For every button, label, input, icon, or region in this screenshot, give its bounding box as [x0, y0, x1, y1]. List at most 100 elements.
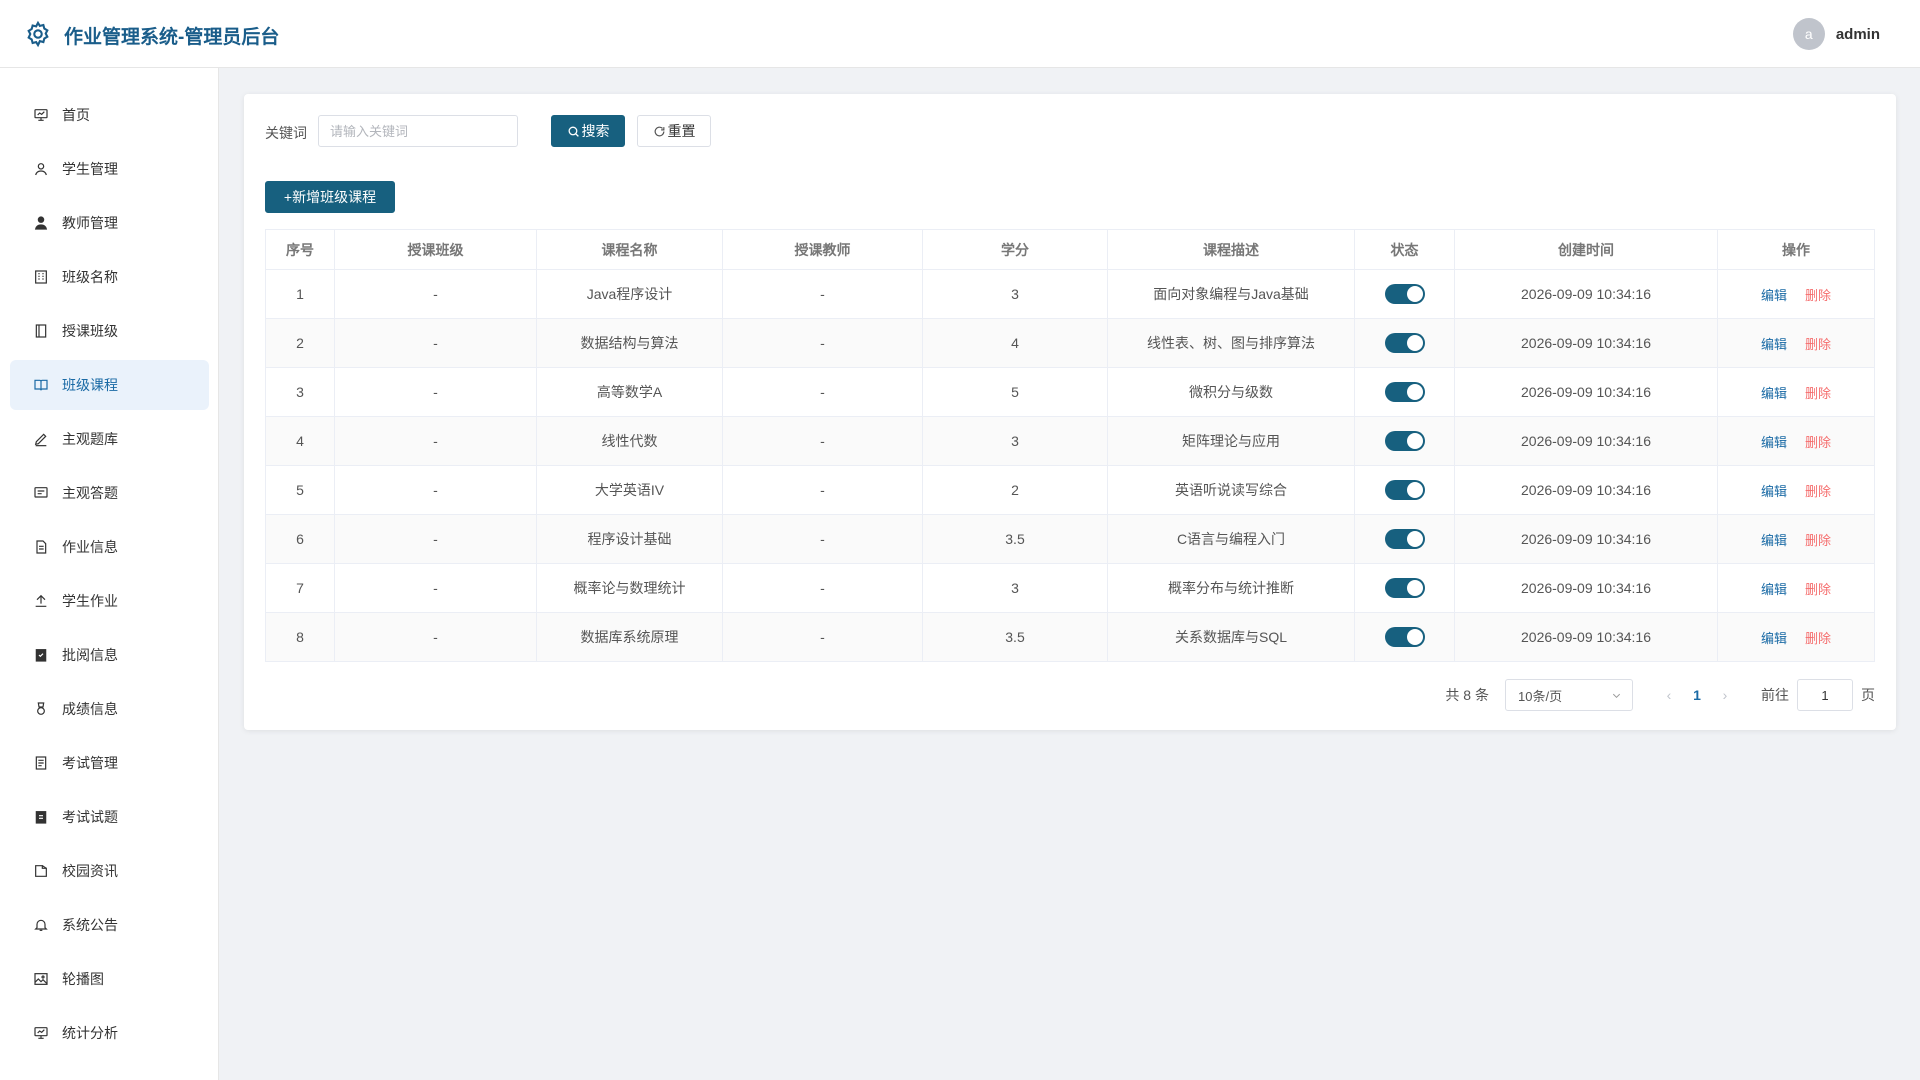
sidebar-item-3[interactable]: 班级名称 — [10, 252, 209, 302]
cell-teacher: - — [723, 270, 923, 318]
sidebar-item-label: 班级课程 — [62, 377, 118, 393]
status-toggle[interactable] — [1384, 480, 1425, 500]
sidebar-item-1[interactable]: 学生管理 — [10, 144, 209, 194]
table-row: 3- 高等数学A -5 微积分与级数 2026-09-09 10:34:16 编辑 删除 — [266, 368, 1874, 417]
cell-actions: 编辑 删除 — [1718, 368, 1874, 416]
edit-link[interactable]: 编辑 — [1761, 334, 1787, 353]
cell-created: 2026-09-09 10:34:16 — [1455, 515, 1718, 563]
cell-credit: 2 — [923, 466, 1108, 514]
page-size-select[interactable]: 10条/页 — [1505, 679, 1633, 711]
cell-class: - — [335, 564, 537, 612]
cell-created: 2026-09-09 10:34:16 — [1455, 417, 1718, 465]
sidebar-item-label: 主观答题 — [62, 485, 118, 501]
sidebar-item-label: 主观题库 — [62, 431, 118, 447]
status-toggle[interactable] — [1384, 578, 1425, 598]
cell-created: 2026-09-09 10:34:16 — [1455, 319, 1718, 367]
delete-link[interactable]: 删除 — [1805, 432, 1831, 451]
upload-icon — [32, 592, 50, 610]
user-menu[interactable]: a admin — [1792, 18, 1880, 50]
edit-link[interactable]: 编辑 — [1761, 285, 1787, 304]
status-toggle[interactable] — [1384, 284, 1425, 304]
sidebar-item-12[interactable]: 考试管理 — [10, 738, 209, 788]
sidebar-item-4[interactable]: 授课班级 — [10, 306, 209, 356]
add-class-course-button[interactable]: +新增班级课程 — [265, 181, 395, 213]
cell-status — [1355, 270, 1455, 318]
cell-class: - — [335, 270, 537, 318]
sidebar-item-label: 作业信息 — [62, 539, 118, 555]
edit-link[interactable]: 编辑 — [1761, 628, 1787, 647]
cell-actions: 编辑 删除 — [1718, 417, 1874, 465]
sidebar-item-label: 轮播图 — [62, 971, 104, 987]
toggle-knob — [1406, 384, 1423, 400]
delete-link[interactable]: 删除 — [1805, 481, 1831, 500]
delete-link[interactable]: 删除 — [1805, 334, 1831, 353]
page-number[interactable]: 1 — [1683, 687, 1711, 703]
sidebar-item-14[interactable]: 校园资讯 — [10, 846, 209, 896]
table-row: 2- 数据结构与算法 -4 线性表、树、图与排序算法 2026-09-09 10:34:… — [266, 319, 1874, 368]
next-page-icon[interactable]: › — [1711, 687, 1739, 703]
sidebar-item-2[interactable]: 教师管理 — [10, 198, 209, 248]
sidebar-item-label: 教师管理 — [62, 215, 118, 231]
status-toggle[interactable] — [1384, 333, 1425, 353]
toggle-knob — [1406, 580, 1423, 596]
user-name[interactable]: admin — [1836, 26, 1880, 43]
edit-link[interactable]: 编辑 — [1761, 530, 1787, 549]
edit-link[interactable]: 编辑 — [1761, 481, 1787, 500]
cell-no: 3 — [266, 368, 335, 416]
edit-pen-icon — [32, 430, 50, 448]
cell-desc: 概率分布与统计推断 — [1108, 564, 1355, 612]
status-toggle[interactable] — [1384, 382, 1425, 402]
sidebar-item-label: 班级名称 — [62, 269, 118, 285]
goto-page-input[interactable] — [1797, 679, 1853, 711]
reset-button[interactable]: 重置 — [637, 115, 711, 147]
cell-teacher: - — [723, 466, 923, 514]
chevron-down-icon — [1612, 693, 1621, 698]
sidebar-item-16[interactable]: 轮播图 — [10, 954, 209, 1004]
cell-credit: 3 — [923, 270, 1108, 318]
book-icon — [32, 376, 50, 394]
prev-page-icon[interactable]: ‹ — [1655, 687, 1683, 703]
cell-class: - — [335, 613, 537, 661]
avatar[interactable]: a — [1792, 18, 1825, 50]
sidebar-item-label: 校园资讯 — [62, 863, 118, 879]
sidebar-item-7[interactable]: 主观答题 — [10, 468, 209, 518]
sidebar-item-11[interactable]: 成绩信息 — [10, 684, 209, 734]
sidebar-item-10[interactable]: 批阅信息 — [10, 630, 209, 680]
content-card: 关键词 搜索 重置 +新增班级课程 序号授课班级课程名称授课教师学分课程描述状态… — [244, 94, 1896, 730]
cell-teacher: - — [723, 368, 923, 416]
sidebar-item-0[interactable]: 首页 — [10, 90, 209, 140]
status-toggle[interactable] — [1384, 529, 1425, 549]
cell-desc: 英语听说读写综合 — [1108, 466, 1355, 514]
delete-link[interactable]: 删除 — [1805, 530, 1831, 549]
search-button[interactable]: 搜索 — [551, 115, 625, 147]
cell-actions: 编辑 删除 — [1718, 564, 1874, 612]
cell-no: 5 — [266, 466, 335, 514]
delete-link[interactable]: 删除 — [1805, 285, 1831, 304]
sidebar-item-6[interactable]: 主观题库 — [10, 414, 209, 464]
cell-actions: 编辑 删除 — [1718, 466, 1874, 514]
sidebar-item-17[interactable]: 统计分析 — [10, 1008, 209, 1058]
edit-link[interactable]: 编辑 — [1761, 432, 1787, 451]
keyword-search-input[interactable] — [318, 115, 518, 147]
user-icon — [32, 160, 50, 178]
status-toggle[interactable] — [1384, 431, 1425, 451]
sidebar-item-5[interactable]: 班级课程 — [10, 360, 209, 410]
sidebar-item-15[interactable]: 系统公告 — [10, 900, 209, 950]
table-row: 4- 线性代数 -3 矩阵理论与应用 2026-09-09 10:34:16 编辑 删除 — [266, 417, 1874, 466]
cell-class: - — [335, 319, 537, 367]
status-toggle[interactable] — [1384, 627, 1425, 647]
delete-link[interactable]: 删除 — [1805, 628, 1831, 647]
edit-link[interactable]: 编辑 — [1761, 383, 1787, 402]
sidebar-item-13[interactable]: 考试试题 — [10, 792, 209, 842]
delete-link[interactable]: 删除 — [1805, 383, 1831, 402]
delete-link[interactable]: 删除 — [1805, 579, 1831, 598]
cell-course: 数据结构与算法 — [537, 319, 723, 367]
sidebar-item-8[interactable]: 作业信息 — [10, 522, 209, 572]
cell-class: - — [335, 515, 537, 563]
edit-link[interactable]: 编辑 — [1761, 579, 1787, 598]
sidebar-item-label: 批阅信息 — [62, 647, 118, 663]
sidebar-item-label: 考试试题 — [62, 809, 118, 825]
column-header: 课程描述 — [1108, 230, 1355, 269]
sidebar-item-9[interactable]: 学生作业 — [10, 576, 209, 626]
reset-button-label: 重置 — [667, 123, 696, 139]
